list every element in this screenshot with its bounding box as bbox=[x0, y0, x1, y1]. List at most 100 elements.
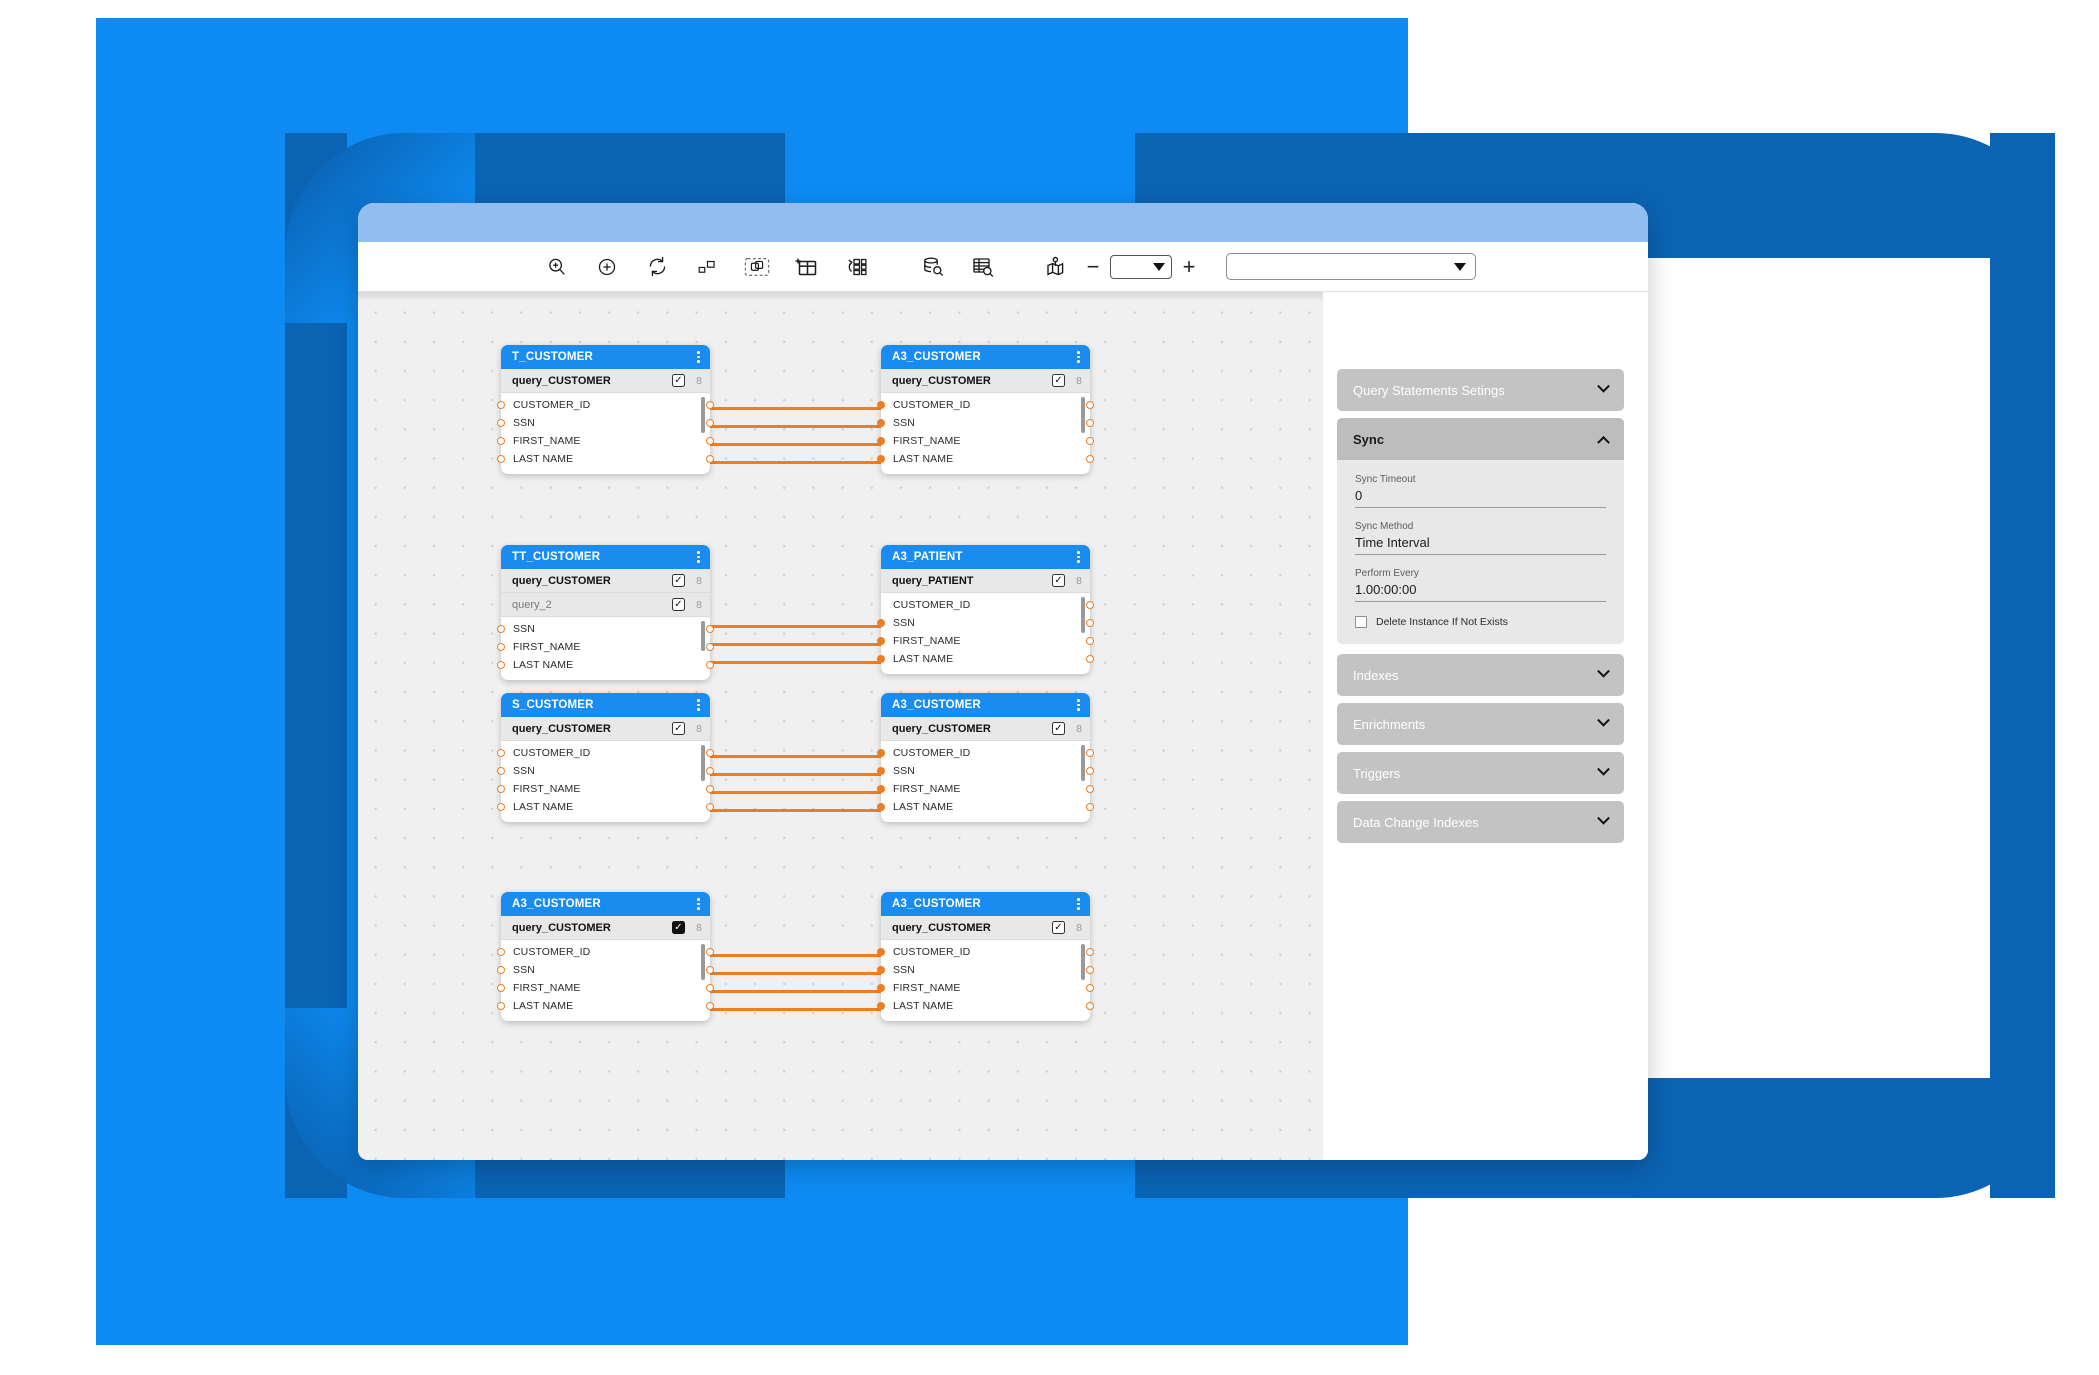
query-row[interactable]: query_CUSTOMER ✓ 8 bbox=[881, 717, 1090, 741]
zoom-out-button[interactable]: − bbox=[1080, 255, 1106, 278]
table-node-header[interactable]: A3_CUSTOMER bbox=[501, 892, 710, 916]
field-port-left[interactable] bbox=[497, 984, 505, 992]
query-row[interactable]: query_CUSTOMER ✓ 8 bbox=[501, 916, 710, 940]
field-port-left[interactable] bbox=[877, 437, 885, 445]
field-port-left[interactable] bbox=[877, 637, 885, 645]
field-row[interactable]: SSN bbox=[497, 961, 714, 979]
query-row[interactable]: query_CUSTOMER ✓ 8 bbox=[501, 569, 710, 593]
field-scrollbar[interactable] bbox=[1081, 597, 1085, 633]
field-row[interactable]: FIRST_NAME bbox=[497, 432, 714, 450]
field-port-left[interactable] bbox=[497, 1002, 505, 1010]
field-scrollbar[interactable] bbox=[1081, 944, 1085, 980]
field-port-left[interactable] bbox=[497, 749, 505, 757]
delete-instance-row[interactable]: Delete Instance If Not Exists bbox=[1355, 616, 1606, 628]
field-scrollbar[interactable] bbox=[701, 944, 705, 980]
accordion-header-query-statements-setings[interactable]: Query Statements Setings bbox=[1337, 369, 1624, 411]
field-row[interactable]: FIRST_NAME bbox=[877, 979, 1094, 997]
table-node[interactable]: A3_CUSTOMER query_CUSTOMER ✓ 8 CUSTOMER_ID SS… bbox=[877, 892, 1094, 1021]
field-port-left[interactable] bbox=[497, 455, 505, 463]
field-port-left[interactable] bbox=[497, 785, 505, 793]
table-node[interactable]: T_CUSTOMER query_CUSTOMER ✓ 8 CUSTOMER_ID SSN… bbox=[497, 345, 714, 474]
accordion-header-enrichments[interactable]: Enrichments bbox=[1337, 703, 1624, 745]
field-port-left[interactable] bbox=[877, 966, 885, 974]
accordion-header-triggers[interactable]: Triggers bbox=[1337, 752, 1624, 794]
field-port-right[interactable] bbox=[706, 643, 714, 651]
field-row[interactable]: CUSTOMER_ID bbox=[497, 943, 714, 961]
add-table-icon[interactable] bbox=[782, 245, 832, 289]
field-port-left[interactable] bbox=[497, 625, 505, 633]
field-port-left[interactable] bbox=[877, 948, 885, 956]
field-port-right[interactable] bbox=[1086, 637, 1094, 645]
table-node-header[interactable]: S_CUSTOMER bbox=[501, 693, 710, 717]
connector-line[interactable] bbox=[710, 1008, 881, 1011]
field-row[interactable]: FIRST_NAME bbox=[877, 780, 1094, 798]
field-port-right[interactable] bbox=[1086, 601, 1094, 609]
field-port-right[interactable] bbox=[1086, 767, 1094, 775]
accordion-header-sync[interactable]: Sync bbox=[1337, 418, 1624, 460]
field-port-left[interactable] bbox=[877, 984, 885, 992]
field-port-right[interactable] bbox=[706, 984, 714, 992]
connector-line[interactable] bbox=[710, 625, 881, 628]
kebab-menu-icon[interactable] bbox=[1073, 348, 1084, 366]
kebab-menu-icon[interactable] bbox=[693, 348, 704, 366]
field-port-right[interactable] bbox=[1086, 785, 1094, 793]
field-row[interactable]: CUSTOMER_ID bbox=[497, 744, 714, 762]
table-search-icon[interactable] bbox=[958, 245, 1008, 289]
field-port-left[interactable] bbox=[877, 419, 885, 427]
table-node-header[interactable]: T_CUSTOMER bbox=[501, 345, 710, 369]
table-node[interactable]: A3_CUSTOMER query_CUSTOMER ✓ 8 CUSTOMER_ID SS… bbox=[877, 345, 1094, 474]
kebab-menu-icon[interactable] bbox=[1073, 895, 1084, 913]
field-port-left[interactable] bbox=[497, 437, 505, 445]
map-pin-icon[interactable] bbox=[1030, 245, 1080, 289]
field-port-right[interactable] bbox=[1086, 437, 1094, 445]
table-node-header[interactable]: A3_CUSTOMER bbox=[881, 892, 1090, 916]
field-row[interactable]: SSN bbox=[497, 414, 714, 432]
field-port-left[interactable] bbox=[497, 803, 505, 811]
field-scrollbar[interactable] bbox=[701, 397, 705, 433]
field-port-right[interactable] bbox=[706, 966, 714, 974]
view-select[interactable] bbox=[1226, 253, 1476, 280]
field-port-right[interactable] bbox=[706, 401, 714, 409]
field-port-right[interactable] bbox=[706, 749, 714, 757]
connector-line[interactable] bbox=[710, 755, 881, 758]
kebab-menu-icon[interactable] bbox=[1073, 696, 1084, 714]
connector-line[interactable] bbox=[710, 443, 881, 446]
connector-line[interactable] bbox=[710, 643, 881, 646]
sync-schema-icon[interactable] bbox=[832, 245, 882, 289]
sync-timeout-input[interactable]: 0 bbox=[1355, 488, 1606, 508]
select-region-icon[interactable] bbox=[732, 245, 782, 289]
connector-line[interactable] bbox=[710, 990, 881, 993]
field-row[interactable]: LAST NAME bbox=[877, 798, 1094, 816]
field-port-right[interactable] bbox=[1086, 419, 1094, 427]
query-checkbox[interactable]: ✓ bbox=[672, 374, 685, 387]
field-row[interactable]: LAST NAME bbox=[497, 798, 714, 816]
field-row[interactable]: CUSTOMER_ID bbox=[497, 396, 714, 414]
field-port-left[interactable] bbox=[877, 803, 885, 811]
perform-every-input[interactable]: 1.00:00:00 bbox=[1355, 582, 1606, 602]
diagram-canvas[interactable]: T_CUSTOMER query_CUSTOMER ✓ 8 CUSTOMER_ID SSN… bbox=[358, 292, 1323, 1160]
field-port-right[interactable] bbox=[1086, 619, 1094, 627]
query-row[interactable]: query_CUSTOMER ✓ 8 bbox=[501, 717, 710, 741]
field-port-left[interactable] bbox=[497, 948, 505, 956]
field-port-left[interactable] bbox=[877, 749, 885, 757]
query-row[interactable]: query_CUSTOMER ✓ 8 bbox=[501, 369, 710, 393]
field-port-left[interactable] bbox=[877, 767, 885, 775]
connector-line[interactable] bbox=[710, 809, 881, 812]
accordion-header-indexes[interactable]: Indexes bbox=[1337, 654, 1624, 696]
field-port-right[interactable] bbox=[1086, 749, 1094, 757]
query-checkbox[interactable]: ✓ bbox=[1052, 374, 1065, 387]
field-port-left[interactable] bbox=[877, 401, 885, 409]
field-port-right[interactable] bbox=[706, 767, 714, 775]
field-row[interactable]: FIRST_NAME bbox=[497, 979, 714, 997]
table-node[interactable]: A3_CUSTOMER query_CUSTOMER ✓ 8 CUSTOMER_ID SS… bbox=[877, 693, 1094, 822]
table-node[interactable]: A3_CUSTOMER query_CUSTOMER ✓ 8 CUSTOMER_ID SS… bbox=[497, 892, 714, 1021]
query-row[interactable]: query_PATIENT ✓ 8 bbox=[881, 569, 1090, 593]
table-node-header[interactable]: A3_CUSTOMER bbox=[881, 345, 1090, 369]
table-node[interactable]: A3_PATIENT query_PATIENT ✓ 8 CUSTOMER_ID SSN F… bbox=[877, 545, 1094, 674]
kebab-menu-icon[interactable] bbox=[693, 696, 704, 714]
field-row[interactable]: CUSTOMER_ID bbox=[877, 943, 1094, 961]
field-port-right[interactable] bbox=[1086, 966, 1094, 974]
zoom-level-select[interactable] bbox=[1110, 254, 1172, 279]
query-checkbox[interactable]: ✓ bbox=[672, 598, 685, 611]
field-row[interactable]: LAST NAME bbox=[877, 450, 1094, 468]
